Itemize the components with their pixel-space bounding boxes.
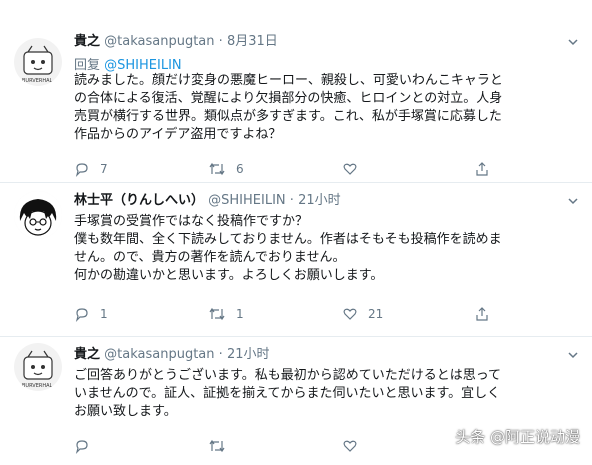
timestamp[interactable]: 21小时 bbox=[227, 347, 270, 362]
heart-icon bbox=[343, 440, 357, 452]
like-button[interactable]: 21 bbox=[342, 305, 383, 323]
tweet-header: 貴之 @takasanpugtan · 8月31日 bbox=[74, 34, 278, 50]
tweet-header: 貴之 @takasanpugtan · 21小时 bbox=[74, 347, 269, 363]
retweet-button[interactable]: 6 bbox=[208, 160, 244, 178]
text-line: の合体による復活、覚醒により欠損部分の快癒、ヒロインとの対立。人身 bbox=[74, 91, 503, 106]
separator-dot: · bbox=[289, 193, 294, 208]
tweet-2[interactable]: 林士平（りんしへい） @SHIHEILIN · 21小时 手塚賞の受賞作ではなく… bbox=[0, 183, 592, 333]
share-button[interactable] bbox=[474, 160, 490, 178]
tweet-text: 手塚賞の受賞作ではなく投稿作ですか？ 僕も数年間、全く下読みしておりません。作者… bbox=[74, 213, 580, 285]
display-name[interactable]: 貴之 bbox=[74, 347, 100, 362]
text-line: 僕も数年間、全く下読みしておりません。作者はそもそも投稿作を読めま bbox=[74, 232, 502, 247]
tweet-text: 読みました。顔だけ変身の悪魔ヒーロー、親殺し、可愛いわんこキャラと の合体による… bbox=[74, 72, 580, 144]
heart-icon bbox=[343, 308, 357, 320]
user-handle[interactable]: @takasanpugtan bbox=[104, 34, 214, 49]
action-bar: 1 1 21 bbox=[74, 305, 494, 323]
chevron-down-icon[interactable] bbox=[566, 347, 580, 361]
avatar[interactable] bbox=[14, 191, 62, 239]
reply-count: 7 bbox=[100, 162, 108, 176]
watermark: 头条 @阿正说动漫 bbox=[455, 428, 580, 446]
text-line: せん。ので、貴方の著作を読んでおりません。 bbox=[74, 250, 346, 265]
svg-text:BURVERHAL: BURVERHAL bbox=[22, 78, 53, 84]
text-line: 何かの勘違いかと思います。よろしくお願いします。 bbox=[74, 268, 384, 283]
reply-icon bbox=[75, 308, 88, 322]
text-line: 売買が横行する世界。類似点が多すぎます。これ、私が手塚賞に応募した bbox=[74, 109, 502, 124]
tweet-header: 林士平（りんしへい） @SHIHEILIN · 21小时 bbox=[74, 193, 341, 209]
retweet-icon bbox=[209, 162, 225, 176]
reply-icon bbox=[75, 163, 88, 177]
like-button[interactable] bbox=[342, 160, 368, 178]
avatar[interactable]: BURVERHAL bbox=[14, 38, 62, 86]
reply-context: 回复 @SHIHEILIN bbox=[74, 54, 182, 73]
retweet-button[interactable] bbox=[208, 437, 236, 455]
avatar[interactable]: BURVERHAL bbox=[14, 343, 62, 391]
chevron-down-icon[interactable] bbox=[566, 34, 580, 48]
share-icon bbox=[476, 162, 488, 176]
text-line: 作品からのアイデア盗用ですよね？ bbox=[74, 127, 282, 142]
user-handle[interactable]: @SHIHEILIN bbox=[208, 193, 286, 208]
reply-button[interactable] bbox=[74, 437, 100, 455]
display-name[interactable]: 林士平（りんしへい） bbox=[74, 193, 204, 208]
retweet-icon bbox=[209, 439, 225, 453]
timestamp[interactable]: 21小时 bbox=[298, 193, 341, 208]
separator-dot: · bbox=[218, 34, 223, 49]
reply-count: 1 bbox=[100, 307, 108, 321]
retweet-button[interactable]: 1 bbox=[208, 305, 244, 323]
tweet-text: ご回答ありがとうございます。私も最初から認めていただけるとは思って いませんので… bbox=[74, 367, 580, 421]
display-name[interactable]: 貴之 bbox=[74, 34, 100, 49]
action-bar bbox=[74, 437, 494, 455]
reply-button[interactable]: 1 bbox=[74, 305, 108, 323]
retweet-count: 1 bbox=[236, 307, 244, 321]
retweet-icon bbox=[209, 307, 225, 321]
svg-text:BURVERHAL: BURVERHAL bbox=[22, 383, 53, 389]
heart-icon bbox=[343, 163, 357, 175]
tweet-1[interactable]: BURVERHAL 貴之 @takasanpugtan · 8月31日 回复 @… bbox=[0, 0, 592, 177]
retweet-count: 6 bbox=[236, 162, 244, 176]
chevron-down-icon[interactable] bbox=[566, 193, 580, 207]
like-count: 21 bbox=[368, 307, 384, 321]
text-line: お願い致します。 bbox=[74, 404, 177, 419]
user-handle[interactable]: @takasanpugtan bbox=[104, 347, 214, 362]
text-line: 読みました。顔だけ変身の悪魔ヒーロー、親殺し、可愛いわんこキャラと bbox=[74, 73, 503, 88]
timestamp[interactable]: 8月31日 bbox=[227, 34, 278, 49]
like-button[interactable] bbox=[342, 437, 368, 455]
text-line: 手塚賞の受賞作ではなく投稿作ですか？ bbox=[74, 214, 309, 229]
action-bar: 7 6 bbox=[74, 160, 494, 178]
share-button[interactable] bbox=[474, 305, 490, 323]
separator-dot: · bbox=[218, 347, 223, 362]
reply-button[interactable]: 7 bbox=[74, 160, 108, 178]
reply-mention-link[interactable]: @SHIHEILIN bbox=[104, 58, 182, 73]
reply-icon bbox=[75, 440, 88, 454]
reply-prefix: 回复 bbox=[74, 58, 101, 73]
share-icon bbox=[476, 307, 488, 321]
text-line: いませんので。証人、証拠を揃えてからまた伺いたいと思います。宜しく bbox=[74, 386, 501, 401]
text-line: ご回答ありがとうございます。私も最初から認めていただけるとは思って bbox=[74, 368, 502, 383]
